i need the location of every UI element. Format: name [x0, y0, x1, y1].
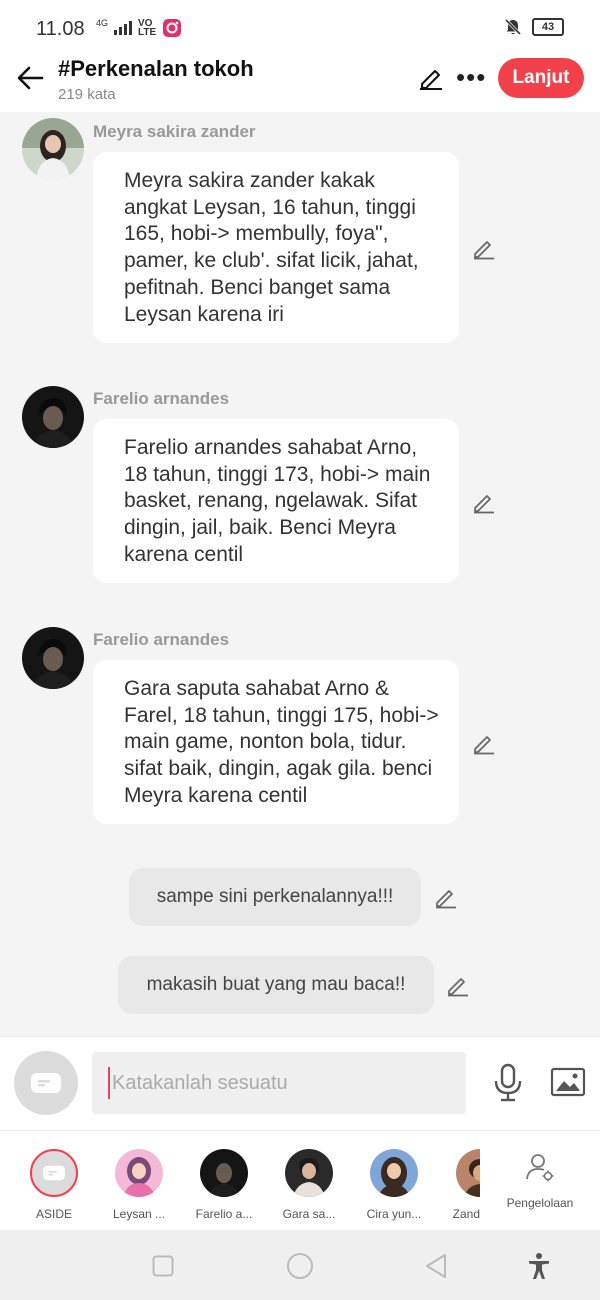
edit-pencil-icon[interactable]: [418, 64, 444, 90]
message-bubble[interactable]: Farelio arnandes sahabat Arno, 18 tahun,…: [93, 419, 459, 583]
system-nav-bar: [0, 1230, 600, 1300]
avatar[interactable]: [22, 118, 84, 180]
character-label: ASIDE: [35, 1207, 72, 1221]
character-label: Farelio a...: [195, 1207, 253, 1221]
character-label: Leysan ...: [112, 1207, 166, 1221]
text-caret: [108, 1067, 110, 1099]
character-label: Pengelolaan: [506, 1196, 574, 1210]
sender-name: Farelio arnandes: [93, 630, 230, 649]
manage-characters-button[interactable]: Pengelolaan: [500, 1151, 580, 1210]
aside-icon: [31, 1073, 61, 1093]
next-button[interactable]: Lanjut: [498, 58, 584, 98]
composer: Katakanlah sesuatu: [0, 1036, 600, 1131]
top-bar: #Perkenalan tokoh 219 kata ••• Lanjut: [0, 56, 600, 112]
network-type: 4G: [96, 18, 109, 28]
avatar[interactable]: [22, 386, 84, 448]
character-strip: ASIDE Leysan ... Farelio a... Gara sa...…: [0, 1130, 600, 1231]
home-icon[interactable]: [286, 1252, 314, 1280]
user-settings-icon: [526, 1154, 554, 1182]
edit-message-icon[interactable]: [434, 885, 458, 909]
character-label: Cira yun...: [366, 1207, 422, 1221]
edit-message-icon[interactable]: [472, 236, 496, 260]
aside-bubble[interactable]: makasih buat yang mau baca!!: [118, 956, 434, 1014]
instagram-icon: [163, 19, 182, 37]
character-aside[interactable]: ASIDE: [14, 1149, 94, 1221]
bell-muted-icon: [504, 18, 522, 36]
sender-name: Farelio arnandes: [93, 389, 230, 408]
character-avatar[interactable]: Leysan ...: [99, 1149, 179, 1221]
back-triangle-icon[interactable]: [424, 1253, 448, 1279]
word-count: 219 kata: [58, 86, 116, 103]
back-arrow-icon[interactable]: [14, 62, 46, 94]
more-options-icon[interactable]: •••: [456, 62, 486, 93]
avatar[interactable]: [22, 627, 84, 689]
battery-indicator: 43: [532, 18, 564, 36]
status-bar: 11.08 4G VO LTE 43: [0, 0, 600, 56]
image-icon[interactable]: [550, 1067, 586, 1097]
aside-toggle-button[interactable]: [14, 1051, 78, 1115]
status-time: 11.08: [36, 18, 85, 40]
edit-message-icon[interactable]: [472, 490, 496, 514]
character-label: Gara sa...: [282, 1207, 336, 1221]
aside-icon: [43, 1165, 65, 1181]
message-bubble[interactable]: Meyra sakira zander kakak angkat Leysan,…: [93, 152, 459, 343]
character-avatar[interactable]: Farelio a...: [184, 1149, 264, 1221]
message-input[interactable]: Katakanlah sesuatu: [92, 1052, 466, 1114]
input-placeholder: Katakanlah sesuatu: [112, 1071, 288, 1094]
edit-message-icon[interactable]: [446, 973, 470, 997]
edit-message-icon[interactable]: [472, 731, 496, 755]
volte-badge: VO LTE: [138, 18, 157, 38]
message-bubble[interactable]: Gara saputa sahabat Arno & Farel, 18 tah…: [93, 660, 459, 824]
character-label: Zand: [452, 1207, 480, 1221]
accessibility-icon[interactable]: [527, 1252, 551, 1280]
aside-bubble[interactable]: sampe sini perkenalannya!!!: [129, 868, 421, 926]
sender-name: Meyra sakira zander: [93, 122, 256, 141]
character-avatar[interactable]: Zand: [440, 1149, 480, 1221]
microphone-icon[interactable]: [492, 1063, 524, 1103]
page-title: #Perkenalan tokoh: [58, 56, 254, 81]
character-avatar[interactable]: Gara sa...: [269, 1149, 349, 1221]
character-avatar[interactable]: Cira yun...: [354, 1149, 434, 1221]
signal-icon: [114, 21, 133, 35]
recent-apps-icon[interactable]: [152, 1255, 174, 1277]
